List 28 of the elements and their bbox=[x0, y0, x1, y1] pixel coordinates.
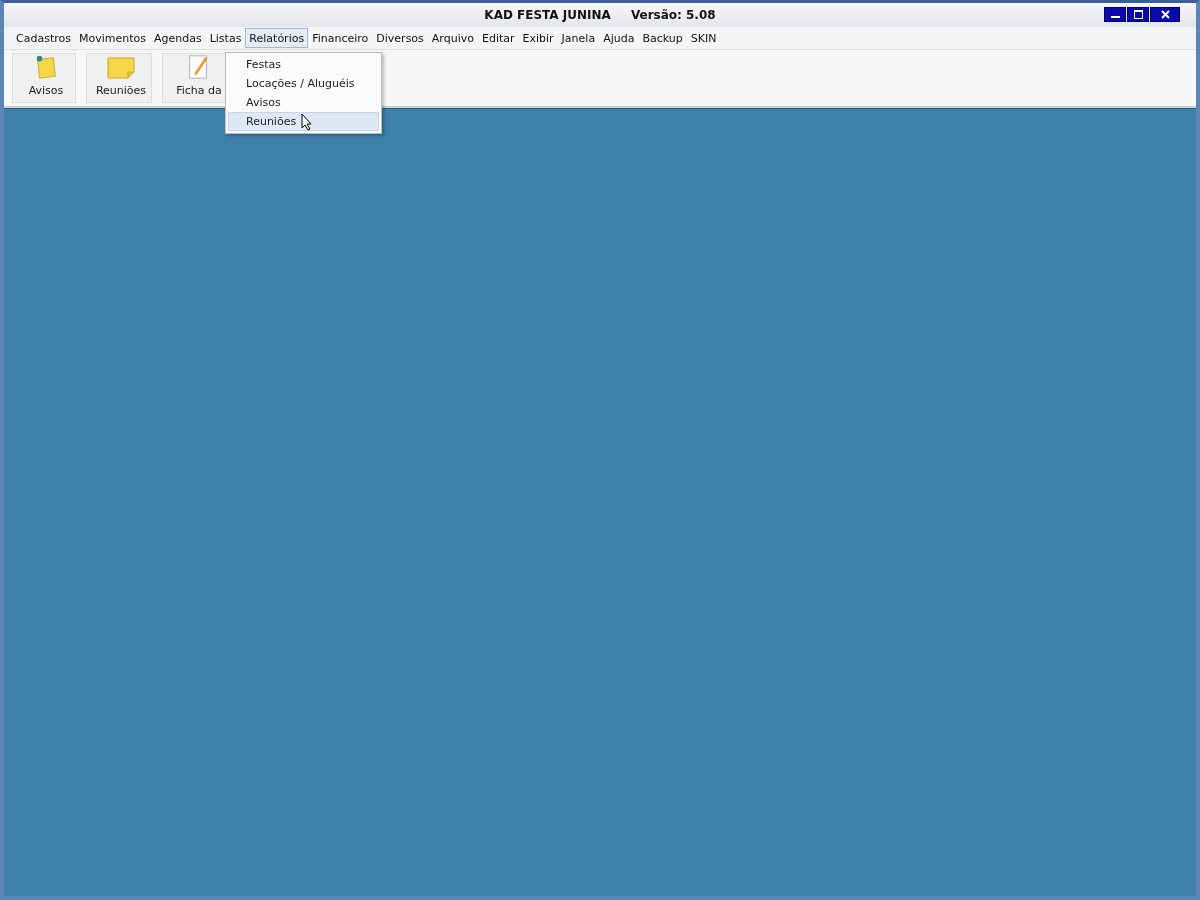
menu-item[interactable]: Editar bbox=[477, 28, 519, 48]
note-icon bbox=[106, 56, 136, 80]
pencil-document-icon bbox=[187, 54, 211, 80]
menu-item[interactable]: Movimentos bbox=[74, 28, 150, 48]
maximize-icon bbox=[1133, 10, 1143, 19]
menu-item[interactable]: Agendas bbox=[149, 28, 206, 48]
toolbar-button[interactable]: Reuniões bbox=[86, 53, 152, 103]
close-button[interactable] bbox=[1150, 7, 1180, 22]
menu-item[interactable]: Arquivo bbox=[427, 28, 478, 48]
menu-item[interactable]: Janela bbox=[557, 28, 600, 48]
menu-item[interactable]: Diversos bbox=[372, 28, 428, 48]
version-label: Versão: 5.08 bbox=[630, 8, 716, 22]
dropdown-item[interactable]: Reuniões bbox=[228, 112, 379, 131]
menu-item[interactable]: Financeiro bbox=[308, 28, 373, 48]
window-title: KAD FESTA JUNINA bbox=[484, 8, 611, 22]
menu-item[interactable]: SKIN bbox=[686, 28, 721, 48]
mouse-pointer-icon bbox=[301, 113, 313, 131]
menu-item[interactable]: Exibir bbox=[518, 28, 558, 48]
pinned-note-icon bbox=[34, 54, 58, 80]
menu-item[interactable]: Relatórios bbox=[245, 28, 309, 48]
menu-item[interactable]: Listas bbox=[205, 28, 246, 48]
menu-item[interactable]: Ajuda bbox=[599, 28, 639, 48]
menu-item[interactable]: Backup bbox=[638, 28, 687, 48]
close-icon bbox=[1160, 10, 1170, 19]
minimize-button[interactable] bbox=[1104, 7, 1126, 22]
maximize-button[interactable] bbox=[1127, 7, 1149, 22]
toolbar-button[interactable]: Avisos bbox=[12, 53, 76, 103]
menu-item[interactable]: Cadastros bbox=[12, 28, 75, 48]
